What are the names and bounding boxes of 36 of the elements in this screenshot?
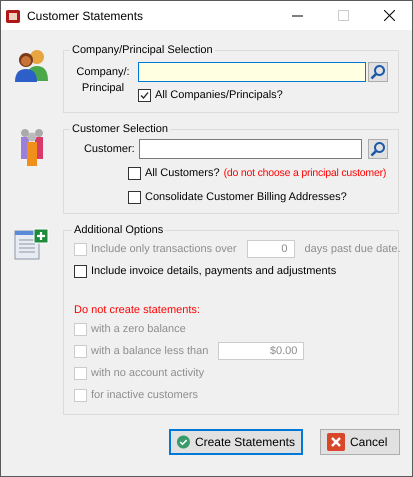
checkbox-label: for inactive customers — [91, 389, 198, 401]
people-icon — [14, 48, 50, 82]
checkbox-label: with a balance less than — [91, 345, 208, 357]
close-icon — [384, 10, 394, 21]
customer-field[interactable] — [138, 139, 362, 159]
search-button[interactable] — [368, 62, 388, 82]
checkbox-label: with no account activity — [91, 367, 204, 379]
create-button[interactable]: Create Statements — [169, 429, 303, 455]
checkbox-label: All Companies/Principals? — [155, 89, 283, 101]
search-button[interactable] — [368, 139, 388, 159]
checkbox[interactable] — [138, 88, 151, 102]
field-label: Company/: Principal — [75, 65, 131, 96]
checkbox-label: Include invoice details, payments and adjustments — [91, 265, 336, 277]
checkbox-label: with a zero balance — [91, 323, 186, 335]
document-add-icon — [14, 228, 50, 260]
checkbox-label: Consolidate Customer Billing Addresses? — [145, 191, 347, 203]
search-icon — [370, 141, 386, 157]
checkbox-label: All Customers? — [145, 167, 220, 179]
checkbox[interactable] — [74, 264, 87, 278]
group-legend: Company/Principal Selection — [70, 44, 215, 56]
app-icon — [5, 8, 21, 24]
cancel-button[interactable]: Cancel — [320, 429, 400, 455]
maximize-icon — [338, 10, 348, 21]
close-icon — [327, 433, 345, 451]
field-label: Customer: — [82, 142, 135, 157]
days-suffix: days past due date. — [304, 243, 401, 255]
group-legend: Additional Options — [72, 224, 166, 236]
checkbox[interactable] — [128, 190, 141, 204]
company-field[interactable] — [138, 62, 366, 82]
checkbox-label: Include only transactions over — [91, 243, 237, 255]
warning-note: (do not choose a principal customer) — [224, 167, 386, 179]
search-icon — [370, 64, 386, 80]
checkbox[interactable] — [128, 166, 141, 180]
window-title: Customer Statements — [27, 8, 144, 22]
section-heading: Do not create statements: — [74, 304, 201, 316]
group-legend: Customer Selection — [70, 123, 170, 135]
